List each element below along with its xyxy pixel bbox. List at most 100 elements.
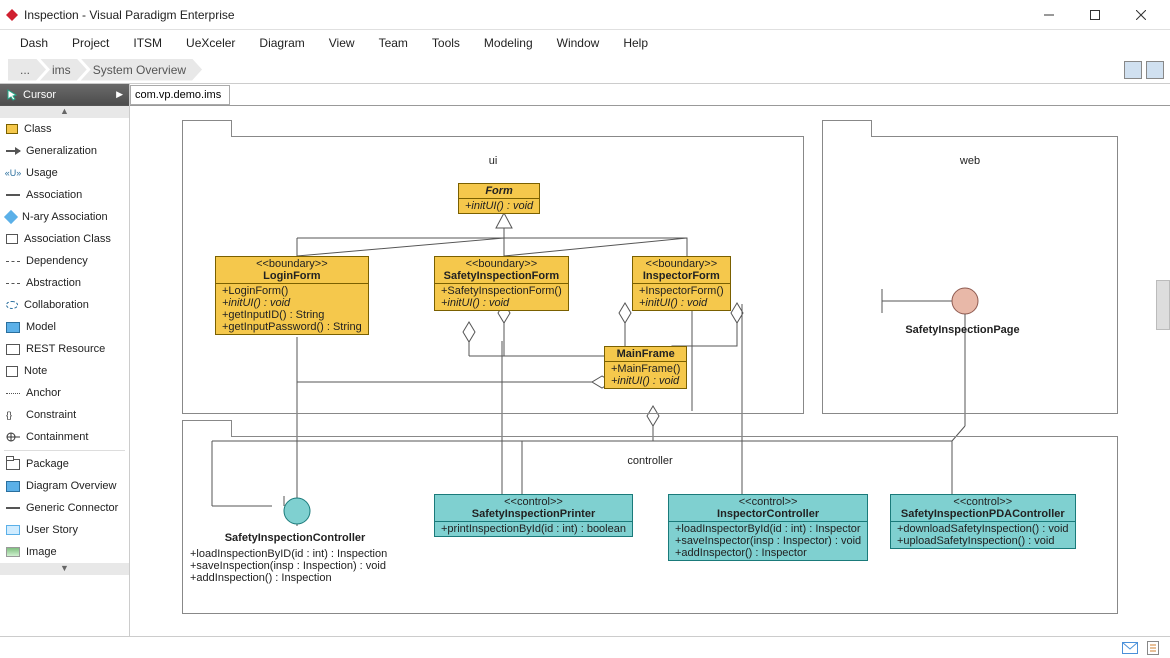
palette-association-class[interactable]: Association Class — [0, 228, 129, 250]
anchor-icon — [6, 393, 20, 394]
package-web-label: web — [960, 155, 980, 167]
palette-item-label: Abstraction — [26, 277, 81, 289]
palette-cursor[interactable]: Cursor ▶ — [0, 84, 129, 106]
pkg-icon — [6, 459, 20, 470]
class-form[interactable]: Form +initUI() : void — [458, 183, 540, 214]
right-rail-handle[interactable] — [1156, 280, 1170, 330]
toolbar-icon-2[interactable] — [1146, 61, 1164, 79]
palette-anchor[interactable]: Anchor — [0, 382, 129, 404]
cursor-icon — [6, 89, 18, 101]
story-icon — [6, 525, 20, 535]
menu-itsm[interactable]: ITSM — [121, 32, 174, 54]
palette-n-ary-association[interactable]: N-ary Association — [0, 206, 129, 228]
palette-separator — [4, 450, 125, 451]
menu-view[interactable]: View — [317, 32, 367, 54]
palette-item-label: Constraint — [26, 409, 76, 421]
palette-class[interactable]: Class — [0, 118, 129, 140]
model-icon — [6, 322, 20, 333]
palette-item-label: Anchor — [26, 387, 61, 399]
palette-model[interactable]: Model — [0, 316, 129, 338]
crumb-system-overview[interactable]: System Overview — [81, 59, 202, 81]
dep-icon — [6, 261, 20, 262]
menu-team[interactable]: Team — [367, 32, 420, 54]
palette-item-label: User Story — [26, 524, 78, 536]
palette-item-label: REST Resource — [26, 343, 105, 355]
diamond-icon — [4, 210, 18, 224]
rest-icon — [6, 344, 20, 355]
menu-modeling[interactable]: Modeling — [472, 32, 545, 54]
class-safety-inspection-controller-ops: +loadInspectionByID(id : int) : Inspecti… — [190, 548, 387, 584]
crumb-root[interactable]: ... — [8, 59, 46, 81]
palette-item-label: Dependency — [26, 255, 88, 267]
palette-collapse-up[interactable]: ▲ — [0, 106, 129, 118]
class-safety-inspection-printer[interactable]: <<control>>SafetyInspectionPrinter +prin… — [434, 494, 633, 537]
palette-item-label: Image — [26, 546, 57, 558]
class-safety-inspection-controller-label[interactable]: SafetyInspectionController — [190, 532, 400, 544]
window-title: Inspection - Visual Paradigm Enterprise — [24, 8, 1026, 22]
line-icon — [6, 507, 20, 509]
collab-icon — [6, 301, 18, 309]
package-controller-label: controller — [627, 455, 672, 467]
palette-item-label: Usage — [26, 167, 58, 179]
palette-generic-connector[interactable]: Generic Connector — [0, 497, 129, 519]
constr-icon: {} — [6, 409, 20, 421]
package-ui-label: ui — [489, 155, 498, 167]
class-inspector-form[interactable]: <<boundary>>InspectorForm +InspectorForm… — [632, 256, 731, 311]
palette-note[interactable]: Note — [0, 360, 129, 382]
class-inspector-controller[interactable]: <<control>>InspectorController +loadInsp… — [668, 494, 868, 561]
palette-usage[interactable]: «U»Usage — [0, 162, 129, 184]
palette-generalization[interactable]: Generalization — [0, 140, 129, 162]
chevron-right-icon: ▶ — [116, 89, 123, 100]
package-web[interactable]: web — [822, 136, 1118, 414]
palette-containment[interactable]: Containment — [0, 426, 129, 448]
menu-project[interactable]: Project — [60, 32, 121, 54]
palette-package[interactable]: Package — [0, 453, 129, 475]
palette-abstraction[interactable]: Abstraction — [0, 272, 129, 294]
palette-item-label: Association Class — [24, 233, 111, 245]
menu-tools[interactable]: Tools — [420, 32, 472, 54]
class-main-frame[interactable]: MainFrame +MainFrame() +initUI() : void — [604, 346, 687, 389]
palette-rest-resource[interactable]: REST Resource — [0, 338, 129, 360]
palette-user-story[interactable]: User Story — [0, 519, 129, 541]
package-path-input[interactable] — [130, 85, 230, 105]
palette-item-label: Model — [26, 321, 56, 333]
minimize-button[interactable] — [1026, 0, 1072, 30]
palette-diagram-overview[interactable]: Diagram Overview — [0, 475, 129, 497]
palette-association[interactable]: Association — [0, 184, 129, 206]
mail-icon[interactable] — [1122, 641, 1138, 655]
titlebar: Inspection - Visual Paradigm Enterprise — [0, 0, 1170, 30]
palette-item-label: Note — [24, 365, 47, 377]
palette-collaboration[interactable]: Collaboration — [0, 294, 129, 316]
diagram-canvas[interactable]: ui web controller Form +initUI() : void … — [130, 106, 1170, 636]
menu-dash[interactable]: Dash — [8, 32, 60, 54]
close-button[interactable] — [1118, 0, 1164, 30]
svg-text:{}: {} — [6, 410, 12, 420]
window-buttons — [1026, 0, 1164, 30]
menu-uexceler[interactable]: UeXceler — [174, 32, 247, 54]
statusbar — [0, 636, 1170, 658]
palette-item-label: Package — [26, 458, 69, 470]
palette-item-label: Diagram Overview — [26, 480, 116, 492]
palette-constraint[interactable]: {} Constraint — [0, 404, 129, 426]
menubar: Dash Project ITSM UeXceler Diagram View … — [0, 30, 1170, 56]
menu-window[interactable]: Window — [545, 32, 612, 54]
palette-dependency[interactable]: Dependency — [0, 250, 129, 272]
palette-item-label: N-ary Association — [22, 211, 108, 223]
menu-diagram[interactable]: Diagram — [247, 32, 316, 54]
note-icon[interactable] — [1146, 641, 1162, 655]
box-icon — [6, 234, 18, 244]
class-safety-inspection-page-label[interactable]: SafetyInspectionPage — [850, 324, 1075, 336]
toolbar-icon-1[interactable] — [1124, 61, 1142, 79]
class-login-form[interactable]: <<boundary>>LoginForm +LoginForm() +init… — [215, 256, 369, 335]
menu-help[interactable]: Help — [611, 32, 660, 54]
class-icon — [6, 124, 18, 134]
palette-image[interactable]: Image — [0, 541, 129, 563]
palette-item-label: Class — [24, 123, 52, 135]
model-icon — [6, 481, 20, 492]
class-safety-inspection-form[interactable]: <<boundary>>SafetyInspectionForm +Safety… — [434, 256, 569, 311]
crumb-ims[interactable]: ims — [40, 59, 87, 81]
canvas-area: ui web controller Form +initUI() : void … — [130, 84, 1170, 636]
palette-collapse-down[interactable]: ▼ — [0, 563, 129, 575]
maximize-button[interactable] — [1072, 0, 1118, 30]
class-safety-inspection-pda-controller[interactable]: <<control>>SafetyInspectionPDAController… — [890, 494, 1076, 549]
